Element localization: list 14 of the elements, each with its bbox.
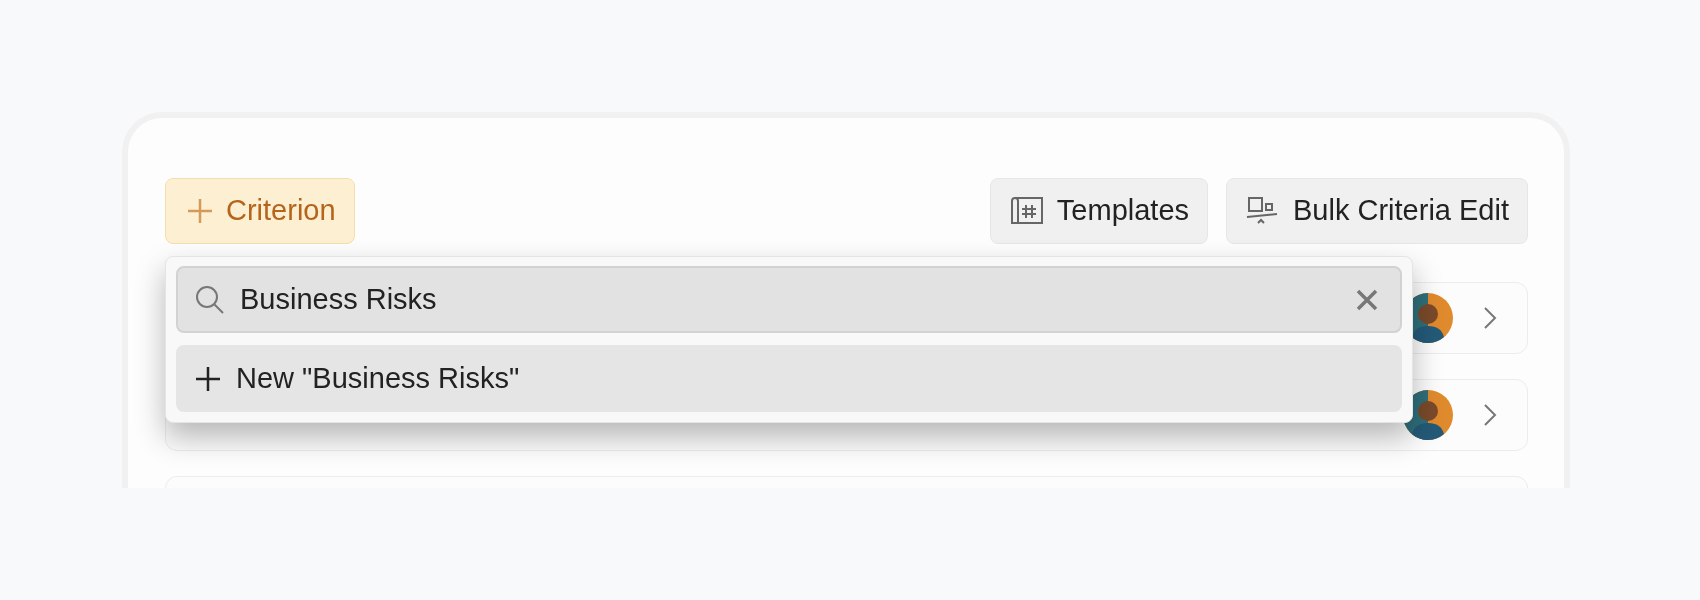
templates-button[interactable]: Templates — [989, 177, 1209, 244]
search-input[interactable]: Business Risks — [240, 283, 1342, 316]
create-option[interactable]: New "Business Risks" — [176, 345, 1402, 412]
clear-button[interactable] — [1356, 288, 1378, 311]
add-criterion-button[interactable]: Criterion — [165, 177, 355, 244]
bulk-edit-button[interactable]: Bulk Criteria Edit — [1226, 177, 1528, 244]
search-icon — [194, 283, 226, 316]
plus-icon — [194, 364, 222, 393]
chevron-right-icon[interactable] — [1483, 403, 1497, 427]
close-icon — [1356, 288, 1378, 311]
plus-icon — [186, 196, 214, 225]
search-field[interactable]: Business Risks — [176, 266, 1402, 333]
chevron-right-icon[interactable] — [1483, 306, 1497, 330]
grid-icon — [1008, 195, 1045, 226]
